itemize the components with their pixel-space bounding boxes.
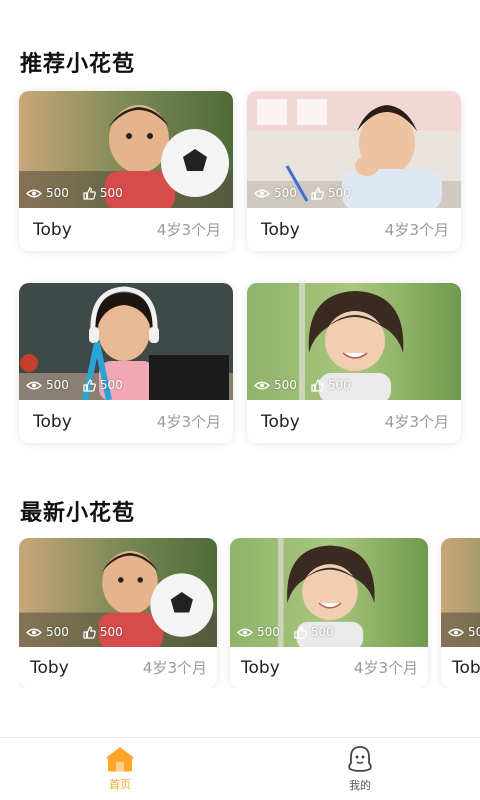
likes-stat: 500 [83,186,123,200]
likes-stat: 500 [311,186,351,200]
kid-name: Toby [33,219,72,240]
eye-icon [237,628,253,636]
kid-name: Toby [30,657,69,678]
section-title-latest: 最新小花苞 [20,501,136,526]
kid-name: Tob [452,657,480,678]
views-stat: 500 [26,378,69,392]
kid-photo: 500 500 [19,283,233,400]
eye-icon [254,381,270,389]
tab-home[interactable]: 首页 [0,738,240,800]
kid-card[interactable]: 500 500 Toby 4岁3个月 [247,91,461,251]
eye-icon [26,381,42,389]
kid-card[interactable]: 500 500 Toby 4岁3个月 [19,538,217,688]
kid-photo: 500 500 [19,91,233,208]
eye-icon [26,628,42,636]
ghost-user-icon [348,746,372,772]
kid-age: 4岁3个月 [156,221,221,239]
section-title-recommended: 推荐小花苞 [20,52,136,77]
kid-card[interactable]: 500 500 Toby 4岁3个月 [19,283,233,443]
kid-age: 4岁3个月 [353,659,418,677]
kid-name: Toby [261,219,300,240]
kid-photo: 500 500 [247,283,461,400]
kid-card[interactable]: 500 500 Toby 4岁3个月 [230,538,428,688]
thumbs-up-icon [83,378,96,392]
likes-stat: 500 [83,378,123,392]
bottom-tab-bar: 首页 我的 [0,737,480,800]
tab-home-label: 首页 [109,778,131,791]
kid-photo: 500 500 [247,91,461,208]
eye-icon [448,628,464,636]
eye-icon [26,189,42,197]
recommended-grid: 500 500 Toby 4岁3个月 500 500 Toby 4岁3个月 50… [19,91,461,443]
kid-name: Toby [33,411,72,432]
kid-card[interactable]: 500 500 Toby 4岁3个月 [247,283,461,443]
kid-card[interactable]: 50 Tob [441,538,480,688]
likes-stat: 500 [83,625,123,639]
kid-age: 4岁3个月 [384,413,449,431]
views-stat: 500 [26,186,69,200]
kid-age: 4岁3个月 [156,413,221,431]
views-stat: 500 [26,625,69,639]
kid-card[interactable]: 500 500 Toby 4岁3个月 [19,91,233,251]
likes-stat: 500 [294,625,334,639]
kid-name: Toby [261,411,300,432]
latest-list[interactable]: 500 500 Toby 4岁3个月 500 500 Toby 4岁3个月 50… [19,538,480,688]
kid-photo: 50 [441,538,480,647]
tab-mine[interactable]: 我的 [240,738,480,800]
kid-name: Toby [241,657,280,678]
views-stat: 500 [237,625,280,639]
tab-mine-label: 我的 [349,779,371,792]
home-icon [106,747,134,772]
eye-icon [254,189,270,197]
kid-photo: 500 500 [230,538,428,647]
thumbs-up-icon [83,186,96,200]
thumbs-up-icon [294,625,307,639]
views-stat: 500 [254,186,297,200]
views-stat: 50 [448,625,480,639]
thumbs-up-icon [83,625,96,639]
thumbs-up-icon [311,378,324,392]
kid-age: 4岁3个月 [384,221,449,239]
kid-photo: 500 500 [19,538,217,647]
views-stat: 500 [254,378,297,392]
likes-stat: 500 [311,378,351,392]
thumbs-up-icon [311,186,324,200]
kid-age: 4岁3个月 [142,659,207,677]
